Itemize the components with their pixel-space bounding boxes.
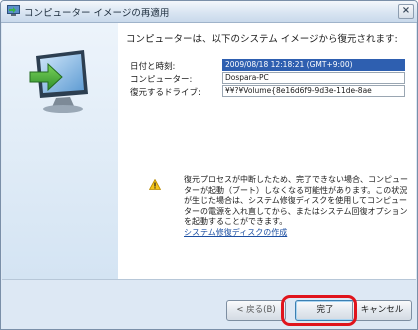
wizard-content: コンピューターは、以下のシステム イメージから復元されます: 日付と時刻: 20… — [2, 23, 416, 279]
window-title: コンピューター イメージの再適用 — [24, 8, 170, 19]
warning-text: 復元プロセスが中断したため、完了できない場合、コンピューターが起動（ブート）しな… — [184, 175, 408, 226]
restore-app-icon — [7, 5, 20, 16]
date-time-value: 2009/08/18 12:18:21 (GMT+9:00) — [222, 59, 405, 71]
restore-dialog: コンピューター イメージの再適用 × コンピューターは、以下のシステム イメージ… — [0, 0, 418, 330]
left-banner — [2, 23, 118, 279]
close-button[interactable]: × — [398, 4, 414, 19]
title-bar: コンピューター イメージの再適用 × — [1, 1, 417, 23]
finish-highlight-annotation — [281, 295, 357, 326]
back-button[interactable]: < 戻る(B) — [226, 300, 286, 321]
drive-label: 復元するドライブ: — [130, 88, 201, 98]
drive-value: ¥¥?¥Volume{8e16d6f9-9d3e-11de-8ae — [222, 85, 405, 97]
computer-label: コンピューター: — [130, 75, 193, 85]
warning-message: 復元プロセスが中断したため、完了できない場合、コンピューターが起動（ブート）しな… — [184, 175, 408, 238]
close-icon: × — [401, 5, 411, 16]
computer-value: Dospara-PC — [222, 72, 405, 84]
restore-heading: コンピューターは、以下のシステム イメージから復元されます: — [126, 34, 398, 45]
date-time-label: 日付と時刻: — [130, 62, 176, 72]
create-repair-disc-link[interactable]: システム修復ディスクの作成 — [184, 228, 287, 237]
warning-icon — [149, 179, 161, 190]
computer-restore-icon — [29, 50, 88, 113]
cancel-button[interactable]: キャンセル — [352, 300, 412, 321]
